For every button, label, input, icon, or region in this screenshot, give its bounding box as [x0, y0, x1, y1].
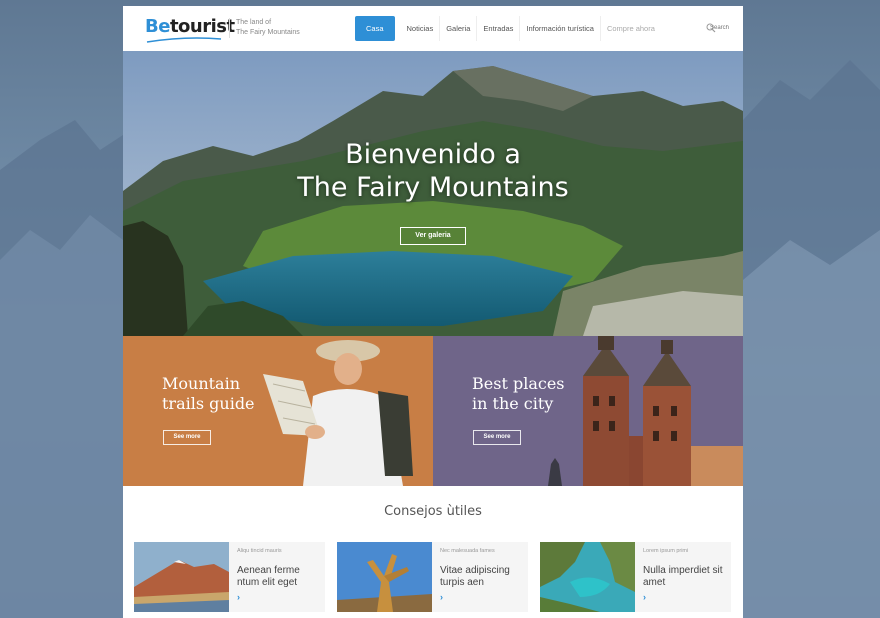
tip-card-1[interactable]: Aliqu tincid mauris Aenean ferme ntum el…: [134, 542, 325, 612]
tip-card-2-image: [337, 542, 432, 612]
tip-card-3[interactable]: Lorem ipsum primi Nulla imperdiet sit am…: [540, 542, 731, 612]
tip-card-1-image: [134, 542, 229, 612]
tip-card-3-image: [540, 542, 635, 612]
tip-card-1-title[interactable]: Aenean ferme ntum elit eget: [237, 565, 323, 589]
tips-heading: Consejos ùtiles: [384, 504, 482, 519]
tip-card-3-arrow-icon[interactable]: ›: [643, 592, 646, 602]
logo-be: Be: [145, 16, 170, 37]
nav-item-informacion-turistica[interactable]: Información turística: [519, 16, 600, 41]
trails-see-more-button[interactable]: See more: [163, 430, 211, 445]
hero-banner: Bienvenido a The Fairy Mountains Ver gal…: [123, 51, 743, 336]
hero-title-line-2: The Fairy Mountains: [297, 172, 569, 203]
tip-card-2[interactable]: Nec malesuada fames Vitae adipiscing tur…: [337, 542, 528, 612]
tip-card-1-category: Aliqu tincid mauris: [237, 548, 282, 554]
nav-item-compre-ahora[interactable]: Compre ahora: [599, 16, 661, 41]
promo-places-title-line-2: in the city: [472, 394, 554, 413]
tagline-line-1: The land of: [236, 19, 272, 26]
page-container: Betourist The land of The Fairy Mountain…: [123, 6, 743, 618]
search-input[interactable]: [710, 23, 740, 33]
promo-places-title: Best places in the city: [472, 374, 565, 414]
promo-places-title-line-1: Best places: [472, 374, 565, 393]
tip-card-2-thumbnail: [337, 542, 432, 612]
tagline-line-2: The Fairy Mountains: [236, 29, 300, 36]
promo-trails-title-line-2: trails guide: [162, 394, 255, 413]
nav-item-noticias[interactable]: Noticias: [401, 16, 440, 41]
tip-card-1-arrow-icon[interactable]: ›: [237, 592, 240, 602]
places-see-more-button[interactable]: See more: [473, 430, 521, 445]
site-tagline: The land of The Fairy Mountains: [229, 18, 300, 38]
nav-item-casa[interactable]: Casa: [355, 16, 395, 41]
promo-best-places[interactable]: Best places in the city See more: [433, 336, 743, 486]
promo-trails-guide[interactable]: Mountain trails guide See more: [123, 336, 433, 486]
tip-card-2-category: Nec malesuada fames: [440, 548, 495, 554]
tip-card-2-arrow-icon[interactable]: ›: [440, 592, 443, 602]
tip-card-2-title[interactable]: Vitae adipiscing turpis aen: [440, 565, 526, 589]
tip-card-3-thumbnail: [540, 542, 635, 612]
logo-tourist: tourist: [169, 16, 235, 37]
main-nav: Casa Noticias Galeria Entradas Informaci…: [355, 16, 661, 41]
logo-swoosh-icon: [146, 37, 222, 43]
site-header: Betourist The land of The Fairy Mountain…: [123, 6, 743, 51]
nav-item-galeria[interactable]: Galeria: [439, 16, 476, 41]
nav-item-entradas[interactable]: Entradas: [476, 16, 519, 41]
hero-title-line-1: Bienvenido a: [345, 139, 521, 170]
promo-trails-title: Mountain trails guide: [162, 374, 255, 414]
search-box: [706, 23, 740, 33]
site-logo[interactable]: Betourist: [145, 16, 235, 37]
tip-card-3-category: Lorem ipsum primi: [643, 548, 689, 554]
view-gallery-button[interactable]: Ver galeria: [400, 227, 466, 245]
tip-card-1-thumbnail: [134, 542, 229, 612]
promo-trails-title-line-1: Mountain: [162, 374, 241, 393]
hero-title: Bienvenido a The Fairy Mountains: [123, 138, 743, 204]
tip-card-3-title[interactable]: Nulla imperdiet sit amet: [643, 565, 729, 589]
